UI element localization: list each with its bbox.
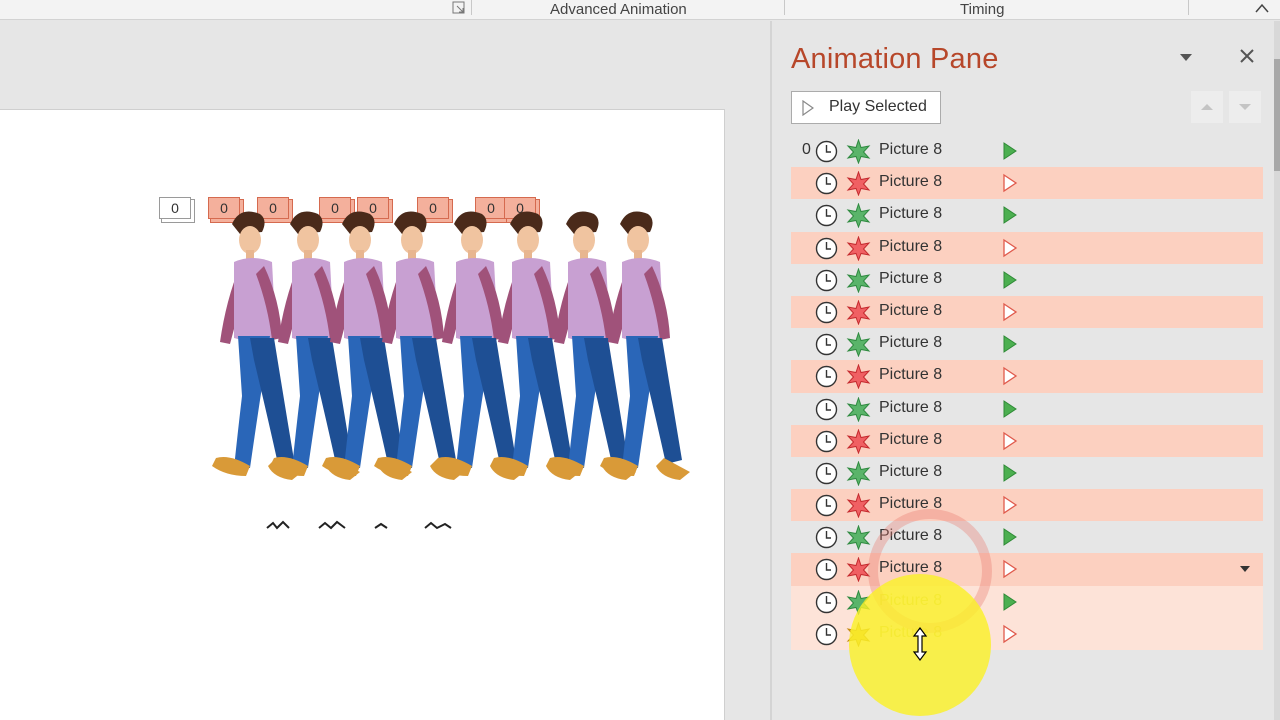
item-name: Picture 8 xyxy=(879,205,943,223)
ribbon: Advanced Animation Timing xyxy=(0,0,1280,20)
item-name: Picture 8 xyxy=(879,334,943,352)
animation-item[interactable]: Picture 8 xyxy=(791,167,1263,200)
timeline-bar-icon xyxy=(1003,463,1017,482)
clock-icon xyxy=(815,301,838,324)
item-number: 0 xyxy=(802,141,811,158)
item-name: Picture 8 xyxy=(879,237,943,255)
timeline-bar-icon xyxy=(1003,495,1018,515)
exit-star-icon xyxy=(846,428,871,454)
close-icon[interactable] xyxy=(1238,47,1256,65)
clock-icon xyxy=(815,237,838,259)
dialog-launcher-icon[interactable] xyxy=(452,1,466,15)
entrance-star-icon xyxy=(846,396,871,422)
timeline-bar-icon xyxy=(1003,367,1018,386)
timeline-bar-icon xyxy=(1003,592,1017,611)
timeline-bar-icon xyxy=(1003,560,1018,579)
animation-item[interactable]: Picture 8 xyxy=(791,457,1263,489)
animation-item[interactable]: Picture 8 xyxy=(791,360,1263,393)
exit-star-icon xyxy=(846,171,871,197)
clock-icon xyxy=(815,140,838,163)
collapse-ribbon-icon[interactable] xyxy=(1254,1,1270,15)
dropdown-icon[interactable] xyxy=(1239,565,1251,573)
walking-person-picture[interactable] xyxy=(200,210,690,500)
entrance-star-icon xyxy=(846,139,871,164)
animation-item[interactable]: Picture 8 xyxy=(791,521,1263,553)
entrance-star-icon xyxy=(846,460,871,486)
item-name: Picture 8 xyxy=(879,462,943,480)
timeline-bar-icon xyxy=(1003,431,1018,450)
ribbon-group-advanced-animation: Advanced Animation xyxy=(550,1,687,18)
animation-item[interactable]: Picture 8 xyxy=(791,264,1263,296)
clock-icon xyxy=(815,430,838,452)
ribbon-group-timing: Timing xyxy=(960,1,1005,18)
animation-item[interactable]: Picture 8 xyxy=(791,231,1263,264)
animation-item[interactable]: Picture 8 xyxy=(791,424,1263,457)
timeline-bar-icon xyxy=(1003,270,1017,289)
item-name: Picture 8 xyxy=(879,398,943,416)
pane-title: Animation Pane xyxy=(791,43,999,75)
animation-item[interactable]: Picture 8 xyxy=(791,328,1263,360)
item-name: Picture 8 xyxy=(879,366,943,384)
animation-item[interactable]: Picture 8 xyxy=(791,553,1263,586)
resize-cursor-icon xyxy=(912,627,928,661)
move-down-icon xyxy=(1239,104,1251,110)
timeline-bar-icon xyxy=(1003,528,1017,547)
item-name: Picture 8 xyxy=(879,141,943,158)
exit-star-icon xyxy=(846,364,871,390)
move-up-button[interactable] xyxy=(1191,91,1223,123)
clock-icon xyxy=(815,333,838,356)
clock-icon xyxy=(815,591,838,613)
animation-item[interactable]: Picture 8 xyxy=(791,393,1263,425)
animation-pane: Animation Pane Play Selected 0 Picture 8P… xyxy=(772,21,1280,720)
animation-item[interactable]: Picture 8 xyxy=(791,489,1263,522)
timeline-bar-icon xyxy=(1003,624,1018,644)
clock-icon xyxy=(815,623,838,646)
clock-icon xyxy=(815,462,838,485)
play-selected-button[interactable]: Play Selected xyxy=(791,91,941,124)
animation-item[interactable]: Picture 8 xyxy=(791,295,1263,329)
exit-star-icon xyxy=(846,299,871,325)
animation-list: 0 Picture 8 Picture 8 Picture 8 Picture 8 Pic… xyxy=(791,135,1263,650)
clock-icon xyxy=(815,269,838,291)
ribbon-separator xyxy=(784,0,785,15)
clock-icon xyxy=(815,398,838,420)
play-selected-label: Play Selected xyxy=(829,98,927,115)
animation-tag[interactable]: 0 xyxy=(159,197,191,219)
item-name: Picture 8 xyxy=(879,430,943,448)
clock-icon xyxy=(815,527,838,549)
item-name: Picture 8 xyxy=(879,173,943,191)
move-down-button[interactable] xyxy=(1229,91,1261,123)
pane-scrollbar[interactable] xyxy=(1274,21,1280,720)
clock-icon xyxy=(815,172,838,195)
timeline-bar-icon xyxy=(1003,238,1018,257)
clock-icon xyxy=(815,494,838,517)
timeline-bar-icon xyxy=(1003,206,1017,225)
exit-star-icon xyxy=(846,235,871,261)
exit-star-icon xyxy=(846,493,871,519)
clock-icon xyxy=(815,205,838,227)
scrollbar-thumb[interactable] xyxy=(1274,59,1280,171)
animation-item[interactable]: Picture 8 xyxy=(791,199,1263,231)
entrance-star-icon xyxy=(846,525,871,551)
clock-icon xyxy=(815,559,838,581)
entrance-star-icon xyxy=(846,332,871,358)
item-name: Picture 8 xyxy=(879,269,943,287)
animation-item[interactable]: 0 Picture 8 xyxy=(791,135,1263,167)
text-fragment-picture xyxy=(266,520,452,530)
timeline-bar-icon xyxy=(1003,399,1017,418)
timeline-bar-icon xyxy=(1003,302,1018,322)
entrance-star-icon xyxy=(846,203,871,229)
play-icon xyxy=(802,100,814,116)
ribbon-separator xyxy=(1188,0,1189,15)
ribbon-separator xyxy=(471,0,472,15)
move-up-icon xyxy=(1201,104,1213,110)
timeline-bar-icon xyxy=(1003,335,1017,354)
timeline-bar-icon xyxy=(1003,142,1017,160)
timeline-bar-icon xyxy=(1003,173,1018,193)
pane-options-icon[interactable] xyxy=(1179,52,1193,62)
item-name: Picture 8 xyxy=(879,301,943,319)
clock-icon xyxy=(815,366,838,388)
entrance-star-icon xyxy=(846,267,871,293)
